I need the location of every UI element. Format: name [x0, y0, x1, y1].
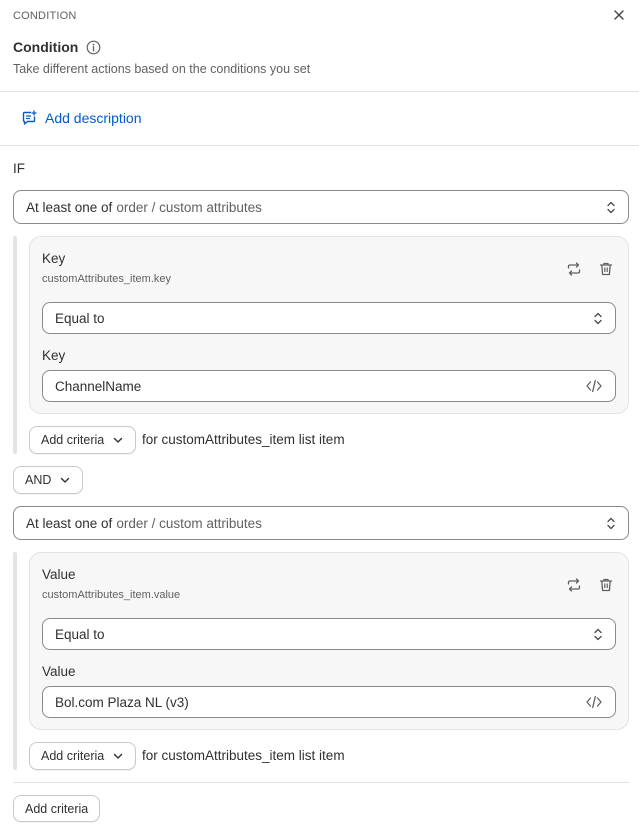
add-criteria-button[interactable]: Add criteria: [29, 426, 137, 454]
chevron-down-icon: [61, 477, 70, 483]
scope-text: order / custom attributes: [116, 199, 262, 215]
operator-select[interactable]: Equal to: [42, 618, 616, 650]
panel-eyebrow: CONDITION: [13, 10, 77, 22]
chevron-up-down-icon: [594, 628, 602, 641]
list-item-scope-text: for customAttributes_item list item: [142, 748, 345, 763]
swap-button[interactable]: [563, 574, 585, 596]
trash-icon: [599, 578, 613, 592]
add-criteria-label: Add criteria: [41, 433, 105, 447]
field-label: Value: [42, 664, 76, 679]
divider: [0, 145, 639, 146]
chevron-up-down-icon: [607, 201, 615, 214]
divider: [13, 782, 629, 783]
scope-text: order / custom attributes: [116, 515, 262, 531]
connector-select[interactable]: AND: [13, 466, 84, 494]
operator-value: Equal to: [55, 310, 105, 326]
if-label: IF: [13, 161, 25, 176]
connector-label: AND: [25, 473, 52, 487]
add-criteria-button[interactable]: Add criteria: [29, 742, 137, 770]
add-description-label: Add description: [45, 110, 142, 126]
code-icon[interactable]: [585, 377, 603, 395]
quantifier-text: At least one of: [26, 515, 113, 531]
chevron-down-icon: [114, 753, 123, 759]
operator-select[interactable]: Equal to: [42, 302, 616, 334]
criteria-card: Key customAttributes_item.key Equal to K…: [29, 236, 629, 414]
comment-add-icon: [22, 110, 37, 125]
add-criteria-label: Add criteria: [25, 801, 89, 816]
list-item-scope-text: for customAttributes_item list item: [142, 432, 345, 447]
page-title: Condition: [13, 39, 79, 55]
chevron-down-icon: [114, 437, 123, 443]
delete-button[interactable]: [595, 574, 617, 596]
chevron-up-down-icon: [607, 517, 615, 530]
value-input[interactable]: [42, 370, 616, 402]
divider: [0, 91, 639, 92]
criteria-path: customAttributes_item.key: [42, 273, 171, 285]
page-subtitle: Take different actions based on the cond…: [13, 62, 311, 76]
add-criteria-footer-button[interactable]: Add criteria: [13, 795, 101, 822]
field-label: Key: [42, 348, 66, 363]
quantifier-text: At least one of: [26, 199, 113, 215]
criteria-title: Value: [42, 567, 76, 582]
chevron-up-down-icon: [594, 312, 602, 325]
quantifier-select[interactable]: At least one of order / custom attributes: [13, 506, 629, 540]
operator-value: Equal to: [55, 626, 105, 642]
criteria-card: Value customAttributes_item.value Equal …: [29, 552, 629, 730]
panel-header: CONDITION: [0, 0, 639, 32]
trash-icon: [599, 262, 613, 276]
info-icon[interactable]: [86, 40, 101, 55]
quantifier-select[interactable]: At least one of order / custom attributes: [13, 190, 629, 224]
criteria-title: Key: [42, 251, 66, 266]
swap-icon: [567, 262, 581, 276]
swap-button[interactable]: [563, 258, 585, 280]
value-input[interactable]: [42, 686, 616, 718]
close-icon: [614, 10, 624, 20]
add-criteria-label: Add criteria: [41, 749, 105, 763]
group-rail: [13, 236, 17, 454]
close-button[interactable]: [611, 7, 627, 23]
delete-button[interactable]: [595, 258, 617, 280]
code-icon[interactable]: [585, 693, 603, 711]
add-description-button[interactable]: Add description: [21, 108, 142, 128]
swap-icon: [567, 578, 581, 592]
criteria-path: customAttributes_item.value: [42, 589, 181, 601]
group-rail: [13, 552, 17, 770]
